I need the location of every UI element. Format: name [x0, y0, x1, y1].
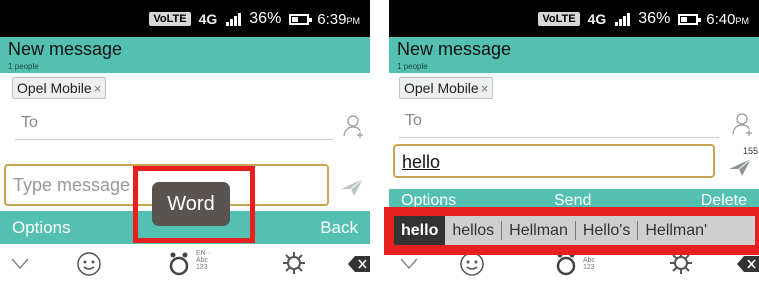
to-field-row: To [0, 112, 370, 142]
back-button[interactable]: Back [320, 218, 358, 238]
suggestion-item[interactable]: Hellman' [638, 216, 714, 245]
battery-icon [289, 13, 313, 25]
volte-badge: VoLTE [149, 12, 191, 26]
add-contact-icon[interactable] [343, 114, 365, 138]
status-bar: VoLTE 4G 36% 6:39PM [0, 0, 370, 37]
word-popup: Word [152, 182, 230, 226]
battery-percent: 36% [249, 10, 282, 27]
to-underline [15, 139, 333, 140]
to-field-row: To [389, 110, 759, 140]
recipient-area: Opel Mobile × [0, 73, 370, 113]
recipient-chip-label: Opel Mobile [404, 80, 479, 96]
recipient-chip[interactable]: Opel Mobile × [399, 77, 494, 99]
suggestion-item[interactable]: hello [394, 216, 446, 245]
page-title: New message [397, 39, 512, 59]
recipient-chip[interactable]: Opel Mobile × [12, 77, 107, 99]
ime-language-label: EN··Abc123 [196, 250, 211, 271]
to-input[interactable]: To [405, 112, 422, 130]
network-type: 4G [587, 11, 607, 27]
message-header: New message 1 people [0, 37, 370, 73]
left-phone-screen: VoLTE 4G 36% 6:39PM New message 1 people… [0, 0, 370, 281]
chevron-down-icon[interactable] [10, 256, 30, 270]
clock: 6:39PM [317, 10, 360, 28]
send-icon[interactable] [728, 157, 752, 177]
signal-icon [226, 12, 242, 26]
remove-recipient-icon[interactable]: × [94, 81, 102, 96]
signal-icon [615, 12, 631, 26]
suggestion-item[interactable]: Hello's [576, 216, 638, 245]
recipient-count: 1 people [397, 62, 428, 71]
battery-icon [678, 13, 702, 25]
message-input[interactable]: hello [393, 144, 715, 178]
recipient-chip-label: Opel Mobile [17, 80, 92, 96]
send-icon[interactable] [340, 177, 364, 197]
battery-percent: 36% [638, 10, 671, 27]
backspace-icon[interactable] [348, 256, 370, 272]
comparison-screenshot: VoLTE 4G 36% 6:39PM New message 1 people… [0, 0, 759, 281]
message-placeholder: Type message [13, 175, 131, 195]
to-underline [399, 137, 719, 138]
page-title: New message [8, 39, 123, 59]
backspace-icon[interactable] [737, 256, 759, 272]
message-header: New message 1 people [389, 37, 759, 73]
suggestion-item[interactable]: Hellman [502, 216, 575, 245]
chevron-down-icon[interactable] [399, 256, 419, 270]
ime-switch-icon[interactable] [166, 251, 192, 277]
gear-icon[interactable] [282, 251, 306, 275]
suggestion-bar: hello hellos Hellman Hello's Hellman' [394, 216, 755, 245]
recipient-count: 1 people [8, 62, 39, 71]
add-contact-icon[interactable] [732, 112, 754, 136]
network-type: 4G [198, 11, 218, 27]
character-counter: 155 [743, 146, 759, 156]
remove-recipient-icon[interactable]: × [481, 81, 489, 96]
message-text: hello [402, 152, 441, 172]
recipient-area: Opel Mobile × [389, 73, 759, 113]
clock: 6:40PM [706, 10, 749, 28]
suggestion-item[interactable]: hellos [445, 216, 501, 245]
smiley-icon[interactable] [76, 251, 102, 277]
to-input[interactable]: To [21, 114, 38, 132]
status-bar: VoLTE 4G 36% 6:40PM [389, 0, 759, 37]
options-button[interactable]: Options [12, 218, 71, 238]
volte-badge: VoLTE [538, 12, 580, 26]
keyboard-toolbar: EN··Abc123 [0, 244, 370, 281]
